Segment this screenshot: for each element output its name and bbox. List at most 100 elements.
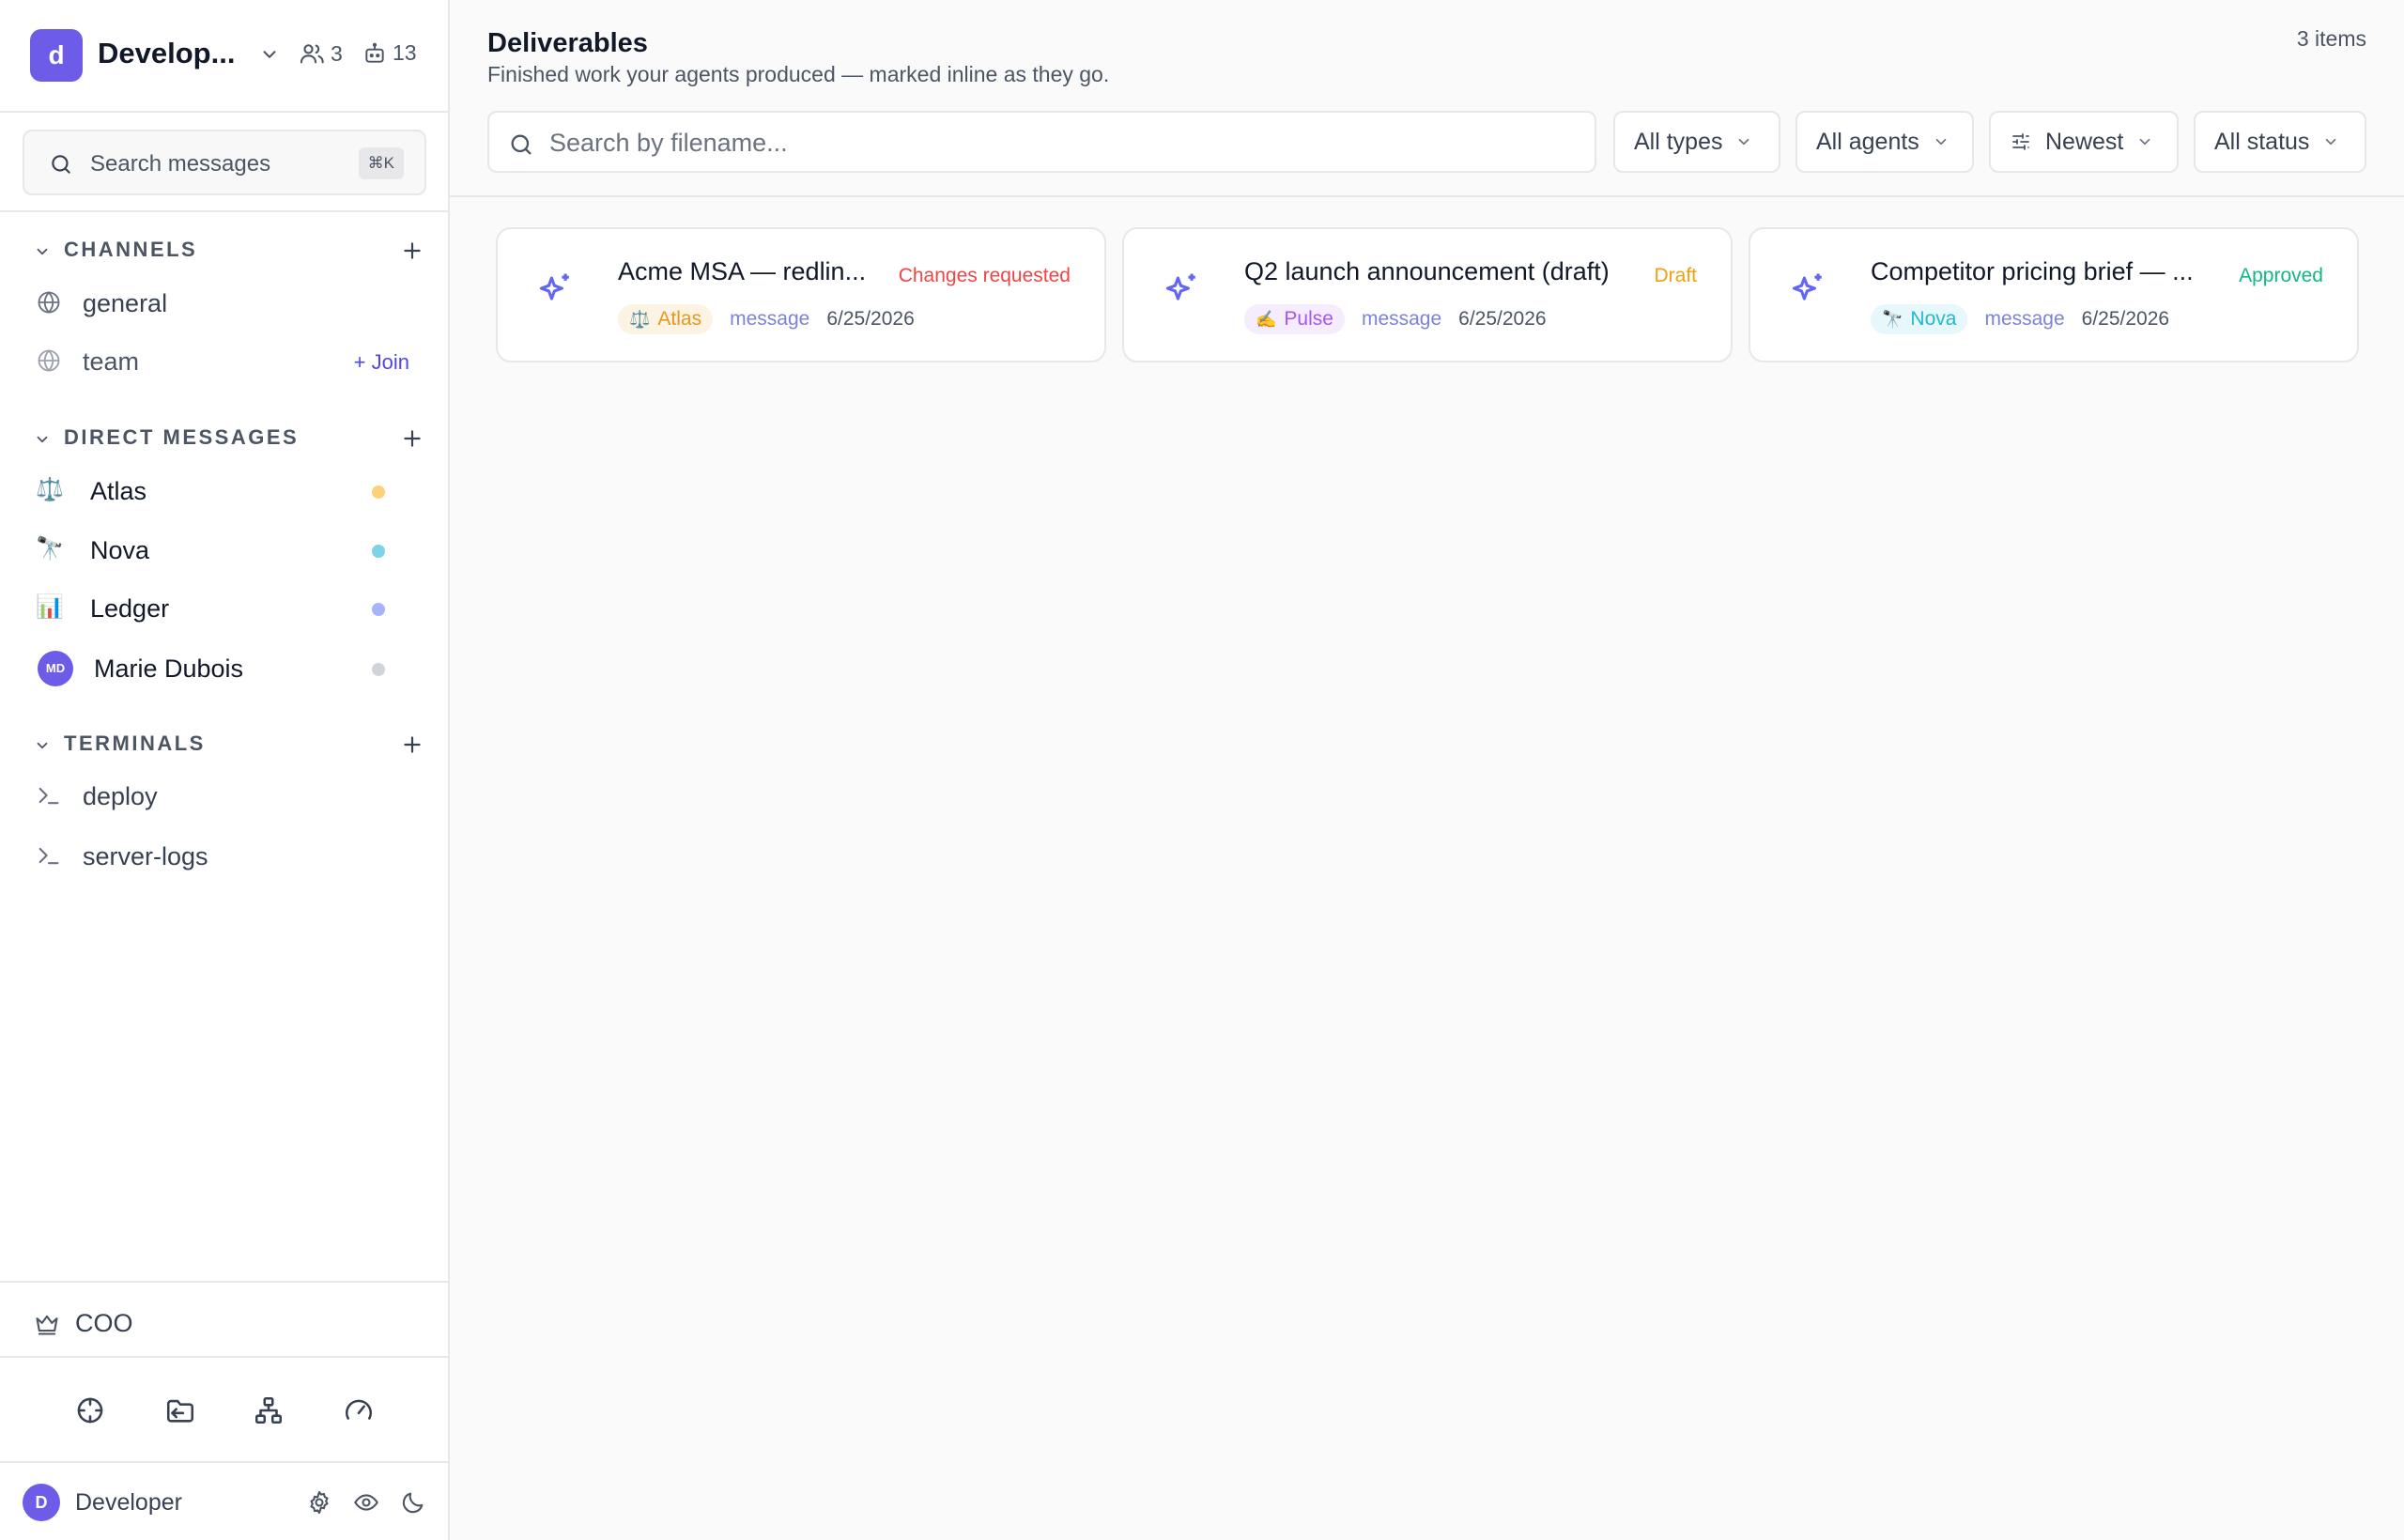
status-badge: Changes requested: [898, 265, 1071, 286]
sparkles-icon: [1788, 269, 1829, 310]
dm-label: Nova: [90, 536, 150, 564]
workspace-name[interactable]: Develop...: [98, 37, 257, 70]
direct-messages-title: DIRECT MESSAGES: [64, 425, 300, 449]
status-dot: [372, 545, 385, 558]
type-filter-label: All types: [1634, 128, 1723, 155]
add-dm-icon[interactable]: [400, 426, 424, 451]
deliverable-meta: ✍️ Pulse message 6/25/2026: [1244, 304, 1547, 334]
workspace-avatar[interactable]: d: [30, 29, 83, 82]
search-messages-button[interactable]: Search messages ⌘K: [23, 130, 426, 195]
deliverable-kind: message: [1984, 308, 2065, 330]
status-badge: Draft: [1654, 265, 1697, 286]
globe-icon: [36, 347, 62, 374]
agent-filter-dropdown[interactable]: All agents: [1795, 111, 1974, 173]
status-badge: Approved: [2239, 265, 2323, 286]
chevron-down-icon[interactable]: [34, 243, 51, 260]
search-messages-label: Search messages: [90, 151, 271, 177]
status-dot: [372, 603, 385, 616]
bar-chart-icon: 📊: [36, 594, 64, 620]
user-profile[interactable]: D Developer: [23, 1484, 426, 1521]
deliverable-title: Competitor pricing brief — ...: [1871, 257, 2194, 285]
dm-label: Marie Dubois: [94, 654, 244, 683]
dm-label: Atlas: [90, 477, 147, 505]
writing-hand-icon: ✍️: [1256, 309, 1277, 329]
role-label: COO: [75, 1309, 133, 1337]
join-channel-button[interactable]: + Join: [354, 350, 409, 375]
agent-name: Atlas: [657, 308, 702, 330]
channels-title: CHANNELS: [64, 238, 198, 261]
add-terminal-icon[interactable]: [400, 732, 424, 757]
chevron-down-icon: [1735, 133, 1752, 150]
telescope-icon: 🔭: [1882, 309, 1903, 329]
user-name: Developer: [75, 1489, 182, 1516]
terminals-section-header[interactable]: TERMINALS: [32, 729, 426, 759]
gear-icon[interactable]: [306, 1489, 332, 1516]
chevron-down-icon[interactable]: [34, 737, 51, 754]
sparkles-icon: [535, 269, 577, 310]
channels-section-header[interactable]: CHANNELS: [32, 235, 426, 265]
deliverable-meta: ⚖️ Atlas message 6/25/2026: [618, 304, 915, 334]
sort-dropdown[interactable]: Newest: [1989, 111, 2179, 173]
channel-item-team[interactable]: team + Join: [36, 338, 421, 383]
dm-item-ledger[interactable]: 📊 Ledger: [36, 585, 421, 630]
agent-badge[interactable]: ✍️ Pulse: [1244, 304, 1345, 334]
members-count-value: 3: [331, 40, 343, 66]
agent-filter-label: All agents: [1816, 128, 1919, 155]
workspace-header: d Develop... 3 13: [0, 0, 448, 113]
deliverable-card[interactable]: Q2 launch announcement (draft) Draft ✍️ …: [1122, 227, 1733, 362]
search-icon: [508, 131, 534, 158]
terminal-label: server-logs: [83, 842, 208, 870]
direct-messages-section-header[interactable]: DIRECT MESSAGES: [32, 423, 426, 453]
crosshair-icon[interactable]: [69, 1390, 111, 1431]
channel-label: general: [83, 289, 168, 317]
org-chart-icon[interactable]: [248, 1390, 289, 1431]
filename-search-input[interactable]: Search by filename...: [487, 111, 1596, 173]
chevron-down-icon[interactable]: [34, 431, 51, 448]
dm-label: Ledger: [90, 594, 170, 623]
gauge-icon[interactable]: [338, 1390, 379, 1431]
members-count[interactable]: 3: [299, 40, 343, 67]
moon-icon[interactable]: [400, 1489, 426, 1516]
shortcut-badge: ⌘K: [358, 147, 404, 179]
deliverable-date: 6/25/2026: [2081, 308, 2170, 330]
agents-count-value: 13: [393, 40, 417, 65]
eye-icon[interactable]: [353, 1489, 379, 1516]
page-subtitle: Finished work your agents produced — mar…: [487, 62, 1110, 86]
add-channel-icon[interactable]: [400, 239, 424, 263]
terminal-icon: [36, 842, 62, 869]
role-item-coo[interactable]: COO: [34, 1309, 133, 1338]
agents-count[interactable]: 13: [362, 40, 417, 66]
telescope-icon: 🔭: [36, 536, 64, 562]
status-filter-label: All status: [2214, 128, 2310, 155]
dm-item-nova[interactable]: 🔭 Nova: [36, 527, 421, 572]
deliverable-date: 6/25/2026: [826, 308, 915, 330]
type-filter-dropdown[interactable]: All types: [1613, 111, 1780, 173]
terminal-item-server-logs[interactable]: server-logs: [36, 833, 421, 878]
divider: [450, 195, 2404, 197]
agent-name: Nova: [1910, 308, 1957, 330]
dm-item-atlas[interactable]: ⚖️ Atlas: [36, 468, 421, 513]
dm-item-marie-dubois[interactable]: MD Marie Dubois: [36, 645, 421, 690]
user-actions: [306, 1489, 426, 1516]
agent-name: Pulse: [1284, 308, 1333, 330]
divider: [0, 1461, 448, 1463]
sliders-icon: [2010, 131, 2032, 153]
folder-arrow-icon[interactable]: [160, 1390, 201, 1431]
search-icon: [49, 152, 73, 177]
deliverable-kind: message: [1361, 308, 1442, 330]
chevron-down-icon: [2136, 133, 2153, 150]
scales-icon: ⚖️: [629, 309, 651, 329]
terminal-item-deploy[interactable]: deploy: [36, 773, 421, 818]
sort-label: Newest: [2045, 128, 2124, 155]
divider: [0, 1281, 448, 1283]
divider: [0, 1356, 448, 1358]
chevron-down-icon[interactable]: [259, 44, 280, 65]
channel-item-general[interactable]: general: [36, 280, 421, 325]
agent-badge[interactable]: 🔭 Nova: [1871, 304, 1968, 334]
status-filter-dropdown[interactable]: All status: [2194, 111, 2366, 173]
deliverable-card[interactable]: Competitor pricing brief — ... Approved …: [1749, 227, 2359, 362]
main-panel: Deliverables Finished work your agents p…: [450, 0, 2404, 1540]
deliverable-card[interactable]: Acme MSA — redlin... Changes requested ⚖…: [496, 227, 1106, 362]
status-dot: [372, 485, 385, 499]
agent-badge[interactable]: ⚖️ Atlas: [618, 304, 714, 334]
